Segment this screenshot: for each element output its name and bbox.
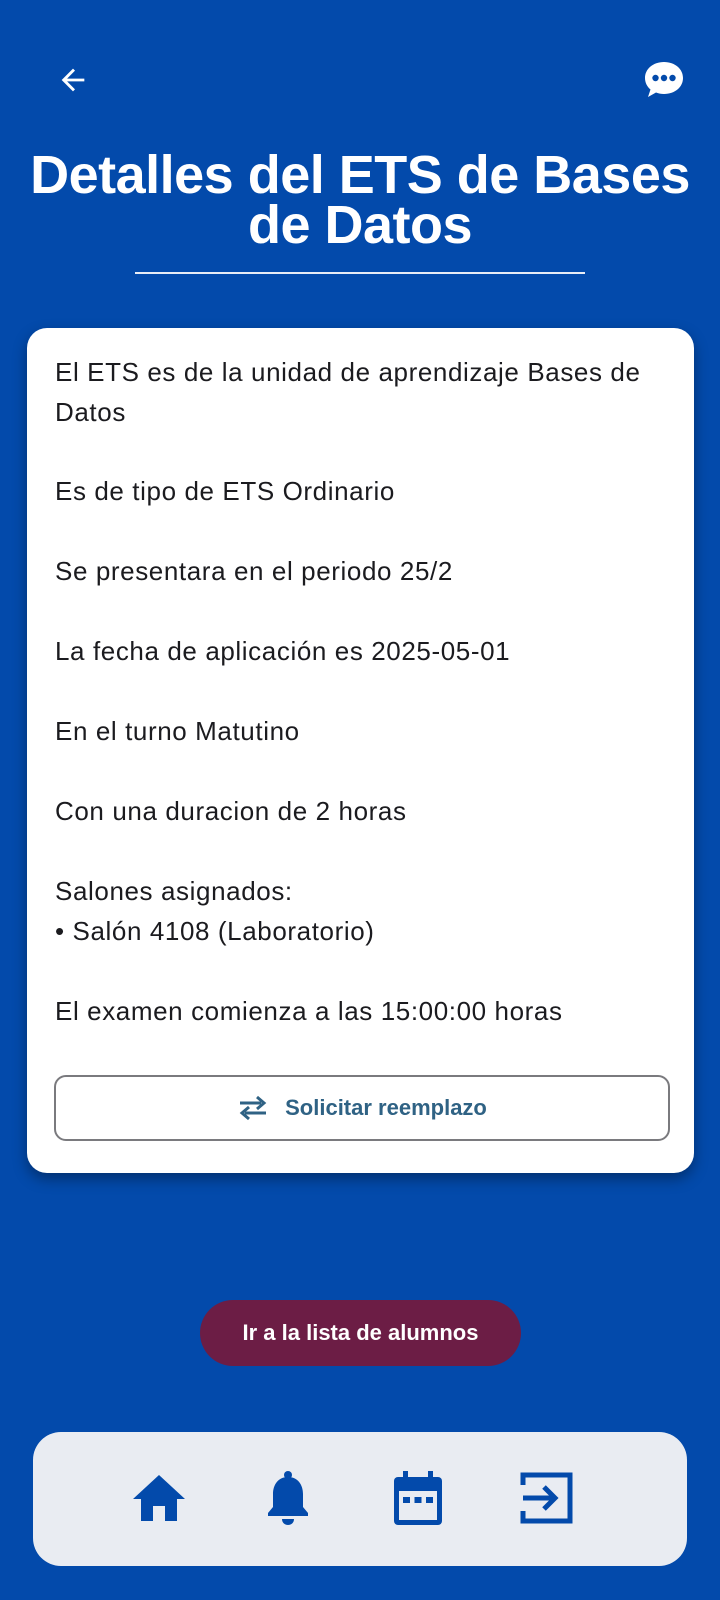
nav-logout[interactable] xyxy=(514,1465,580,1531)
duration-text: Con una duracion de 2 horas xyxy=(55,796,407,826)
home-icon xyxy=(133,1475,185,1521)
title-divider xyxy=(135,272,585,274)
start-time-text: El examen comienza a las 15:00:00 horas xyxy=(55,996,563,1026)
room-item: • Salón 4108 (Laboratorio) xyxy=(55,916,375,946)
logout-icon xyxy=(520,1472,573,1524)
students-list-button[interactable]: Ir a la lista de alumnos xyxy=(200,1300,521,1366)
chat-button[interactable] xyxy=(632,48,696,112)
arrow-left-icon xyxy=(61,68,85,92)
nav-notifications[interactable] xyxy=(255,1465,321,1531)
rooms-label: Salones asignados: xyxy=(55,876,293,906)
top-bar xyxy=(0,48,720,112)
page-title: Detalles del ETS de Bases de Datos xyxy=(30,145,690,255)
bottom-nav xyxy=(33,1432,687,1566)
unit-text: El ETS es de la unidad de aprendizaje Ba… xyxy=(55,357,641,427)
nav-home[interactable] xyxy=(126,1465,192,1531)
shift-text: En el turno Matutino xyxy=(55,716,300,746)
details-card: El ETS es de la unidad de aprendizaje Ba… xyxy=(27,328,694,1173)
chat-bubble-icon xyxy=(645,62,683,97)
nav-calendar[interactable] xyxy=(385,1465,451,1531)
calendar-icon xyxy=(394,1471,442,1525)
request-replacement-button[interactable]: Solicitar reemplazo xyxy=(54,1075,670,1141)
swap-arrows-icon xyxy=(239,1095,267,1121)
ets-details-screen: Detalles del ETS de Bases de Datos El ET… xyxy=(0,0,720,1600)
request-replacement-label: Solicitar reemplazo xyxy=(285,1095,487,1120)
date-text: La fecha de aplicación es 2025-05-01 xyxy=(55,636,511,666)
period-text: Se presentara en el periodo 25/2 xyxy=(55,556,453,586)
back-button[interactable] xyxy=(41,48,105,112)
bell-icon xyxy=(268,1471,308,1525)
type-text: Es de tipo de ETS Ordinario xyxy=(55,476,395,506)
